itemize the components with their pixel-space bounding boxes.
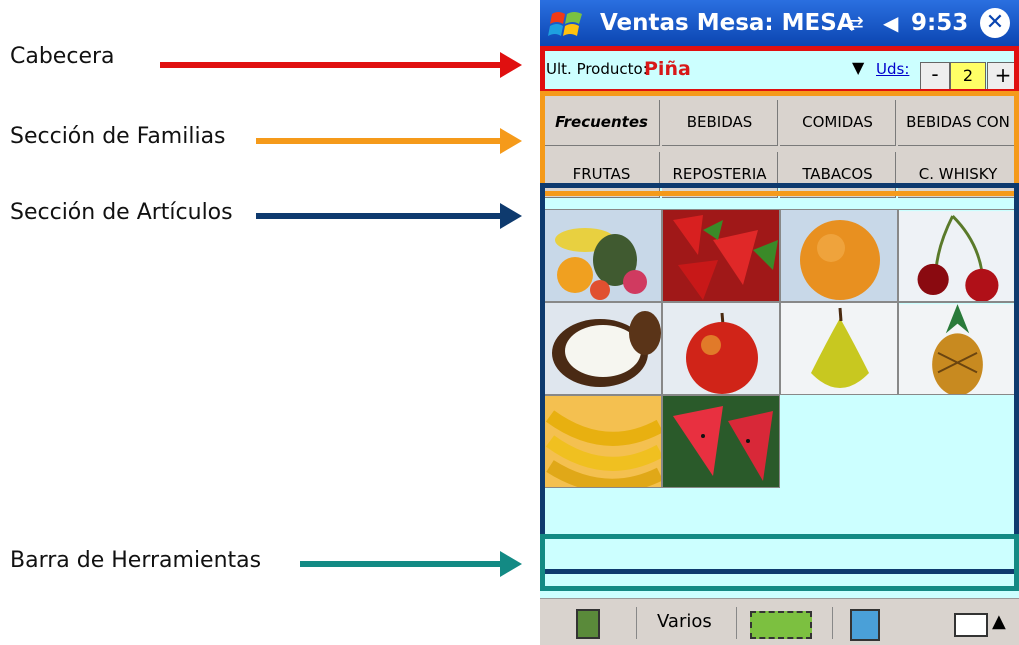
window-title: Ventas Mesa: MESA (600, 10, 855, 36)
clock[interactable]: 9:53 (911, 10, 968, 36)
header-frame (540, 46, 1019, 94)
volume-icon[interactable]: ◀ (883, 11, 898, 35)
families-frame (540, 91, 1019, 196)
annotation-herramientas: Barra de Herramientas (10, 548, 262, 573)
bottom-toolbar: Varios ▲ (540, 598, 1019, 645)
annotation-familias: Sección de Familias (10, 124, 226, 149)
connectivity-icon[interactable]: ⇄ (847, 11, 864, 35)
toolbar-separator (636, 607, 637, 639)
articles-frame (540, 183, 1019, 574)
keyboard-icon[interactable] (954, 613, 988, 637)
windows-start-icon[interactable] (548, 8, 586, 42)
exit-door-icon[interactable] (576, 609, 600, 639)
close-button[interactable]: ✕ (980, 8, 1010, 38)
annotation-cabecera: Cabecera (10, 44, 115, 69)
annotation-articulos: Sección de Artículos (10, 200, 233, 225)
title-bar: Ventas Mesa: MESA ⇄ ◀ 9:53 ✕ (540, 0, 1019, 48)
toolbar-frame (540, 534, 1019, 591)
toolbar-separator (736, 607, 737, 639)
chevron-up-icon[interactable]: ▲ (992, 611, 1006, 632)
network-sync-icon[interactable] (850, 609, 880, 641)
money-icon[interactable] (750, 611, 812, 639)
toolbar-separator (832, 607, 833, 639)
pocket-pc-screen: Ventas Mesa: MESA ⇄ ◀ 9:53 ✕ Ult. Produc… (540, 0, 1019, 645)
varios-button[interactable]: Varios (657, 611, 712, 632)
